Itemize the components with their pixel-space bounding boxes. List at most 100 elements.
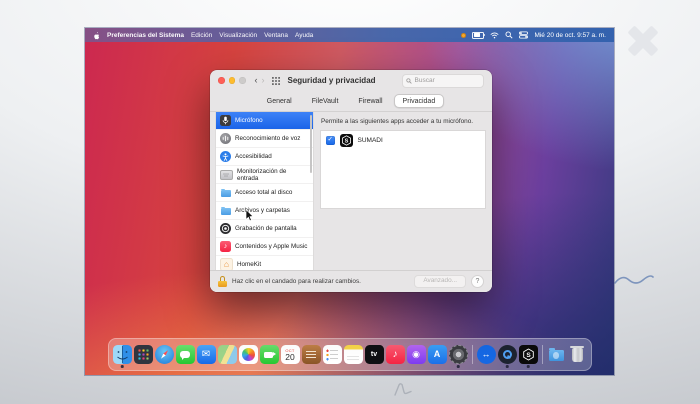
- sidebar-item-reconocimiento-de-voz[interactable]: Reconocimiento de voz: [216, 129, 313, 147]
- wave-doodle-icon: [612, 268, 656, 292]
- tab-privacidad[interactable]: Privacidad: [394, 94, 445, 108]
- folder-icon: [220, 205, 231, 216]
- contacts-book-icon: [302, 345, 321, 364]
- dock-podcasts[interactable]: ◉: [407, 345, 426, 364]
- search-icon: [406, 78, 412, 84]
- dock-finder[interactable]: [113, 345, 132, 364]
- tab-firewall[interactable]: Firewall: [349, 94, 391, 108]
- running-indicator: [527, 365, 530, 368]
- dock-launchpad[interactable]: [134, 345, 153, 364]
- panel-description: Permite a las siguientes apps acceder a …: [320, 112, 486, 130]
- gear-icon: [449, 345, 468, 364]
- dock: ✉ OCT 20: [108, 338, 592, 371]
- trash-icon: [568, 345, 587, 364]
- sumadi-app-icon: S: [340, 134, 353, 147]
- record-icon: [220, 223, 231, 234]
- dock-contacts[interactable]: [302, 345, 321, 364]
- control-center-icon[interactable]: [519, 31, 528, 39]
- cross-doodle-icon: [626, 24, 660, 58]
- minimize-button[interactable]: [229, 77, 236, 84]
- spotlight-search-icon[interactable]: [505, 31, 513, 39]
- forward-button[interactable]: ›: [262, 76, 265, 85]
- running-indicator: [121, 365, 124, 368]
- teamviewer-arrows-icon: ↔: [477, 345, 496, 364]
- sumadi-checkbox[interactable]: ✓: [326, 136, 335, 145]
- battery-icon[interactable]: [472, 32, 484, 39]
- sidebar-item-grabacion-de-pantalla[interactable]: Grabación de pantalla: [216, 219, 313, 237]
- svg-text:S: S: [344, 139, 348, 145]
- calendar-day: 20: [285, 353, 294, 362]
- sidebar-scrollbar[interactable]: [310, 115, 312, 173]
- menu-item-edicion[interactable]: Edición: [191, 32, 212, 39]
- dock-mail[interactable]: ✉: [197, 345, 216, 364]
- sidebar-item-contenidos-y-apple-music[interactable]: ♪ Contenidos y Apple Music: [216, 237, 313, 255]
- dock-tv[interactable]: tv: [365, 345, 384, 364]
- dock-facetime[interactable]: [260, 345, 279, 364]
- launchpad-icon: [134, 345, 153, 364]
- show-all-grid-icon[interactable]: [272, 77, 280, 85]
- window-footer: Haz clic en el candado para realizar cam…: [210, 270, 492, 292]
- sidebar-item-label: Contenidos y Apple Music: [235, 243, 307, 250]
- dock-system-preferences[interactable]: [449, 345, 468, 364]
- menu-item-ventana[interactable]: Ventana: [264, 32, 288, 39]
- screen-recording-indicator-icon[interactable]: [461, 33, 466, 38]
- app-store-icon: A: [428, 345, 447, 364]
- window-titlebar: ‹ › Seguridad y privacidad Buscar: [210, 70, 492, 91]
- dock-photos[interactable]: [239, 345, 258, 364]
- dock-notes[interactable]: [344, 345, 363, 364]
- finder-icon: [113, 345, 132, 364]
- dock-messages[interactable]: [176, 345, 195, 364]
- back-button[interactable]: ‹: [255, 76, 258, 85]
- help-button[interactable]: ?: [471, 275, 484, 288]
- desktop-screenshot: Preferencias del Sistema Edición Visuali…: [85, 28, 614, 375]
- search-placeholder: Buscar: [415, 77, 435, 84]
- dock-downloads[interactable]: [547, 345, 566, 364]
- app-row-sumadi[interactable]: ✓ S SUMADI: [321, 131, 485, 150]
- mouse-cursor-icon: [245, 209, 254, 222]
- dock-teamviewer[interactable]: ↔: [477, 345, 496, 364]
- sidebar-item-acceso-total-al-disco[interactable]: Acceso total al disco: [216, 183, 313, 201]
- menu-item-ayuda[interactable]: Ayuda: [295, 32, 313, 39]
- tab-filevault[interactable]: FileVault: [303, 94, 348, 108]
- running-indicator: [506, 365, 509, 368]
- svg-text:S: S: [526, 352, 531, 359]
- sidebar-item-label: HomeKit: [237, 261, 261, 268]
- sidebar-item-label: Micrófono: [235, 117, 263, 124]
- dock-maps[interactable]: [218, 345, 237, 364]
- window-search-field[interactable]: Buscar: [402, 74, 484, 88]
- sidebar-item-archivos-y-carpetas[interactable]: Archivos y carpetas: [216, 201, 313, 219]
- sidebar-item-homekit[interactable]: ⌂ HomeKit: [216, 255, 313, 271]
- downloads-folder-icon: [547, 345, 566, 364]
- running-indicator: [457, 365, 460, 368]
- dock-calendar[interactable]: OCT 20: [281, 345, 300, 364]
- dock-separator: [542, 345, 543, 364]
- sidebar-item-monitorizacion-de-entrada[interactable]: Monitorización de entrada: [216, 165, 313, 183]
- dock-music[interactable]: ♪: [386, 345, 405, 364]
- menu-item-visualizacion[interactable]: Visualización: [219, 32, 257, 39]
- safari-compass-icon: [155, 345, 174, 364]
- dock-quicktime[interactable]: [498, 345, 517, 364]
- lock-icon[interactable]: [218, 276, 227, 287]
- sidebar-item-accesibilidad[interactable]: Accesibilidad: [216, 147, 313, 165]
- advanced-button[interactable]: Avanzado...: [414, 275, 466, 287]
- dock-app-store[interactable]: A: [428, 345, 447, 364]
- photos-flower-icon: [239, 345, 258, 364]
- apple-logo-icon[interactable]: [93, 31, 100, 40]
- close-button[interactable]: [218, 77, 225, 84]
- menu-bar-clock[interactable]: Mié 20 de oct. 9:57 a. m.: [534, 32, 606, 39]
- app-name: SUMADI: [358, 137, 383, 144]
- sidebar-item-microfono[interactable]: Micrófono: [216, 112, 313, 129]
- zoom-button[interactable]: [239, 77, 246, 84]
- menu-item-app[interactable]: Preferencias del Sistema: [107, 32, 184, 39]
- window-title: Seguridad y privacidad: [288, 76, 376, 85]
- dock-reminders[interactable]: [323, 345, 342, 364]
- wifi-icon[interactable]: [490, 32, 499, 39]
- tab-general[interactable]: General: [258, 94, 301, 108]
- dock-safari[interactable]: [155, 345, 174, 364]
- microphone-icon: [220, 115, 231, 126]
- menu-bar-status-area: Mié 20 de oct. 9:57 a. m.: [461, 31, 606, 39]
- quicktime-q-icon: [498, 345, 517, 364]
- sidebar-item-label: Acceso total al disco: [235, 189, 292, 196]
- dock-sumadi[interactable]: S: [519, 345, 538, 364]
- dock-trash[interactable]: [568, 345, 587, 364]
